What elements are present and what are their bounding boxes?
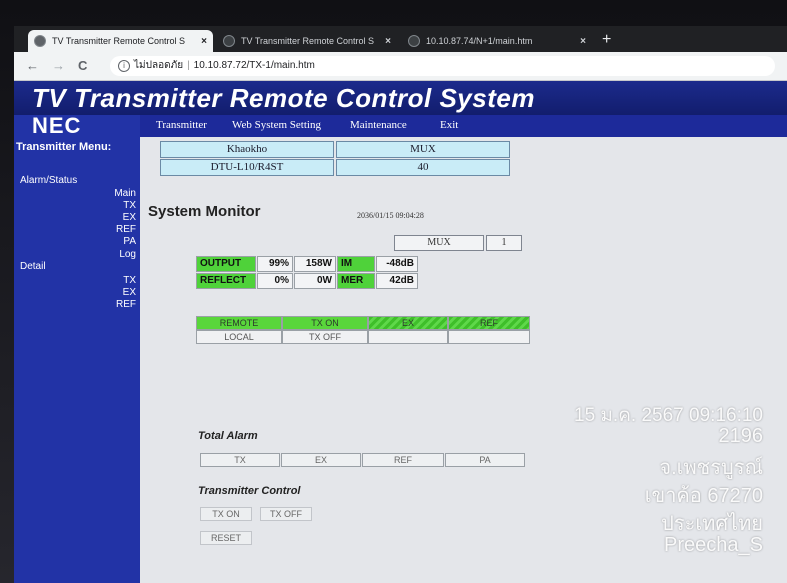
status-local: LOCAL: [196, 330, 282, 344]
tab-transmitter-2[interactable]: TV Transmitter Remote Control S ×: [217, 30, 397, 52]
close-tab-icon[interactable]: ×: [385, 36, 391, 47]
close-tab-icon[interactable]: ×: [201, 36, 207, 47]
sidebar-item-main[interactable]: Main: [114, 188, 136, 199]
alarm-ex: EX: [281, 453, 361, 467]
transmitter-control-title: Transmitter Control: [198, 485, 301, 497]
output-label: OUTPUT: [196, 256, 256, 272]
tx-on-button[interactable]: TX ON: [200, 507, 252, 521]
reset-button[interactable]: RESET: [200, 531, 252, 545]
status-ex: EX: [368, 316, 448, 330]
menu-heading: Transmitter Menu:: [16, 141, 112, 153]
status-tx-off: TX OFF: [282, 330, 368, 344]
reflect-label: REFLECT: [196, 273, 256, 289]
sidebar-item-pa[interactable]: PA: [123, 236, 136, 247]
mer-value: 42dB: [376, 273, 418, 289]
header-banner: TV Transmitter Remote Control System: [14, 81, 787, 115]
tab-title: 10.10.87.74/N+1/main.htm: [426, 36, 533, 46]
url-text: 10.10.87.72/TX-1/main.htm: [193, 60, 315, 71]
output-watts: 158W: [294, 256, 336, 272]
station-mode: MUX: [336, 141, 510, 158]
tx-off-button[interactable]: TX OFF: [260, 507, 312, 521]
menu-web-system-setting[interactable]: Web System Setting: [232, 119, 321, 131]
alarm-tx: TX: [200, 453, 280, 467]
sidebar-item-log[interactable]: Log: [119, 249, 136, 260]
mux-label: MUX: [394, 235, 484, 251]
sidebar: NEC Transmitter Menu: Alarm/Status Main …: [14, 113, 140, 583]
overlay-number: 2196: [718, 425, 764, 447]
app-title: TV Transmitter Remote Control System: [32, 83, 535, 113]
monitor-timestamp: 2036/01/15 09:04:28: [357, 211, 424, 220]
url-field[interactable]: i ไม่ปลอดภัย | 10.10.87.72/TX-1/main.htm: [110, 56, 775, 76]
info-icon[interactable]: i: [118, 60, 130, 72]
station-name: Khaokho: [160, 141, 334, 158]
security-label: ไม่ปลอดภัย: [134, 60, 184, 71]
status-remote: REMOTE: [196, 316, 282, 330]
sidebar-item-tx[interactable]: TX: [123, 200, 136, 211]
tab-title: TV Transmitter Remote Control S: [52, 36, 186, 46]
sidebar-item-ex[interactable]: EX: [123, 212, 136, 223]
globe-icon: [223, 35, 235, 47]
menu-exit[interactable]: Exit: [440, 119, 458, 131]
close-tab-icon[interactable]: ×: [580, 36, 586, 47]
tab-bar: TV Transmitter Remote Control S × TV Tra…: [14, 26, 787, 52]
sidebar-detail-tx[interactable]: TX: [123, 275, 136, 286]
sidebar-detail-ref[interactable]: REF: [116, 299, 136, 310]
total-alarm-title: Total Alarm: [198, 430, 258, 442]
nec-logo: NEC: [32, 113, 82, 138]
output-percent: 99%: [257, 256, 293, 272]
mux-value: 1: [486, 235, 522, 251]
new-tab-button[interactable]: +: [602, 31, 611, 49]
back-button[interactable]: ←: [26, 58, 39, 73]
overlay-user: Preecha_S: [664, 534, 763, 556]
tab-title: TV Transmitter Remote Control S: [241, 36, 375, 46]
alarm-ref: REF: [362, 453, 444, 467]
system-monitor-title: System Monitor: [148, 203, 261, 220]
tab-transmitter-1[interactable]: TV Transmitter Remote Control S ×: [28, 30, 213, 52]
globe-icon: [408, 35, 420, 47]
address-bar: ← → C i ไม่ปลอดภัย | 10.10.87.72/TX-1/main.…: [14, 52, 787, 81]
status-ref-off: [448, 330, 530, 344]
globe-icon: [34, 35, 46, 47]
sidebar-detail-ex[interactable]: EX: [123, 287, 136, 298]
station-model: DTU-L10/R4ST: [160, 159, 334, 176]
alarm-pa: PA: [445, 453, 525, 467]
sidebar-item-ref[interactable]: REF: [116, 224, 136, 235]
station-channel: 40: [336, 159, 510, 176]
im-value: -48dB: [376, 256, 418, 272]
status-ref: REF: [448, 316, 530, 330]
tab-n-plus-1[interactable]: 10.10.87.74/N+1/main.htm ×: [402, 30, 592, 52]
sidebar-detail: Detail: [20, 261, 46, 272]
mer-label: MER: [337, 273, 375, 289]
status-ex-off: [368, 330, 448, 344]
status-tx-on: TX ON: [282, 316, 368, 330]
menu-transmitter[interactable]: Transmitter: [156, 119, 207, 131]
im-label: IM: [337, 256, 375, 272]
forward-button[interactable]: →: [52, 58, 65, 73]
sidebar-alarm-status: Alarm/Status: [20, 175, 78, 186]
reflect-watts: 0W: [294, 273, 336, 289]
top-menu: Transmitter Web System Setting Maintenan…: [140, 115, 787, 137]
reload-button[interactable]: C: [78, 58, 87, 73]
url-separator: |: [187, 60, 190, 71]
reflect-percent: 0%: [257, 273, 293, 289]
menu-maintenance[interactable]: Maintenance: [350, 119, 407, 131]
